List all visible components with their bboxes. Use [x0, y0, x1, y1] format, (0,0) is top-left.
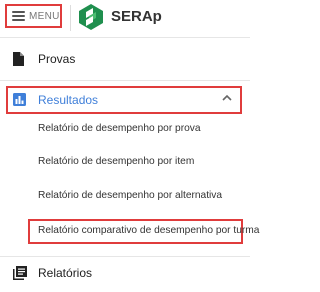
subitem-desempenho-alternativa[interactable]: Relatório de desempenho por alternativa — [38, 190, 222, 201]
section-separator — [0, 256, 250, 257]
bar-chart-icon — [13, 93, 26, 106]
sidebar-item-label: Relatórios — [38, 266, 93, 280]
brand-name: SERAp — [111, 8, 162, 25]
hamburger-icon — [12, 11, 25, 21]
subitem-desempenho-prova[interactable]: Relatório de desempenho por prova — [38, 123, 201, 134]
menu-label: MENU — [29, 10, 60, 22]
sidebar-item-resultados[interactable]: Resultados — [0, 88, 250, 112]
sidebar-item-relatorios[interactable]: Relatórios — [0, 262, 250, 286]
menu-button[interactable]: MENU — [5, 4, 62, 28]
document-icon — [13, 52, 24, 66]
subitem-comparativo-turma[interactable]: Relatório comparativo de desempenho por … — [38, 225, 259, 236]
library-books-icon — [13, 266, 27, 280]
sidebar-item-label: Provas — [38, 52, 76, 66]
header-separator — [0, 37, 250, 38]
sidebar-item-provas[interactable]: Provas — [0, 44, 250, 74]
sidebar-item-label: Resultados — [38, 93, 99, 107]
chevron-up-icon[interactable] — [220, 91, 234, 105]
subitem-desempenho-item[interactable]: Relatório de desempenho por item — [38, 156, 194, 167]
header-divider — [70, 5, 71, 31]
app-header: MENU SERAp — [0, 0, 250, 37]
section-separator — [0, 80, 250, 81]
serap-logo-icon[interactable] — [78, 3, 104, 31]
